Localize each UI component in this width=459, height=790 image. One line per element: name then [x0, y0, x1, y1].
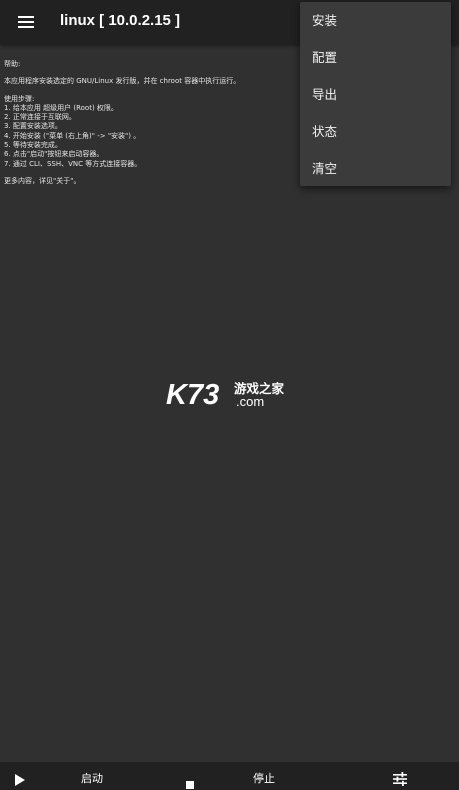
- start-button[interactable]: 启动: [81, 772, 103, 786]
- hamburger-menu-icon[interactable]: [14, 10, 38, 34]
- watermark-brand: K73: [166, 379, 219, 410]
- stop-button[interactable]: 停止: [253, 772, 275, 786]
- menu-item-export[interactable]: 导出: [300, 76, 451, 113]
- menu-item-install[interactable]: 安装: [300, 2, 451, 39]
- watermark-domain: .com: [236, 394, 264, 409]
- menu-item-config[interactable]: 配置: [300, 39, 451, 76]
- bottom-toolbar: 启动 停止: [0, 762, 459, 790]
- app-root: linux [ 10.0.2.15 ] 帮助: 本应用程序安装选定的 GNU/Li…: [0, 0, 459, 790]
- overflow-menu: 安装 配置 导出 状态 清空: [300, 2, 451, 186]
- stop-icon[interactable]: [186, 774, 194, 790]
- page-title: linux [ 10.0.2.15 ]: [60, 12, 181, 29]
- tune-sliders-icon[interactable]: [393, 771, 407, 790]
- play-icon[interactable]: [15, 771, 25, 790]
- menu-item-clear[interactable]: 清空: [300, 150, 451, 187]
- menu-item-status[interactable]: 状态: [300, 113, 451, 150]
- k73-watermark-logo: K73 游戏之家 .com: [166, 378, 296, 411]
